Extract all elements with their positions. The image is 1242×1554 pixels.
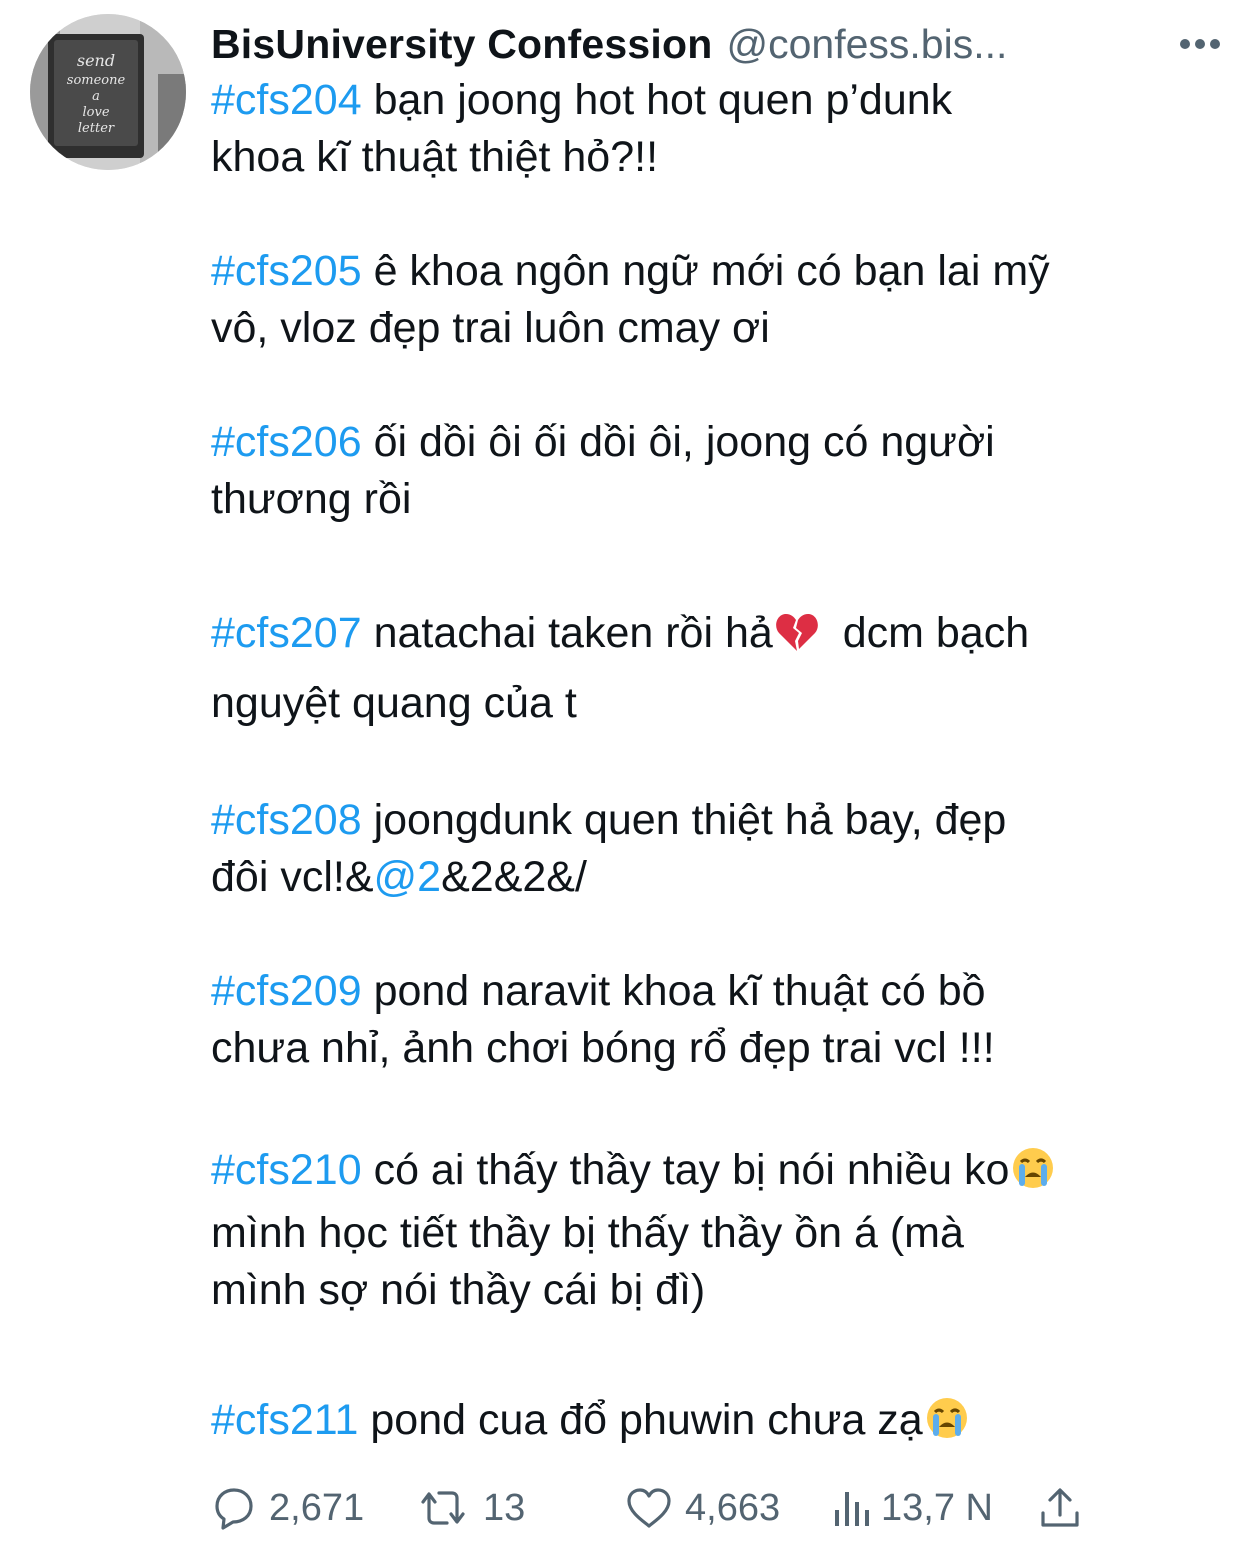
confession-text: chưa nhỉ, ảnh chơi bóng rổ đẹp trai vcl … [211, 1024, 995, 1072]
confession-text: pond naravit khoa kĩ thuật có bồ [373, 967, 986, 1015]
avatar-text: someone [67, 73, 126, 88]
love-letter-sign-avatar: send someone a love letter [30, 14, 186, 170]
tweet-actions: 2,671 13 4,663 13,7 N [211, 1478, 1111, 1538]
confession-entry: #cfs211 pond cua đổ phuwin chưa zạ [211, 1392, 1201, 1455]
confession-text: khoa kĩ thuật thiệt hỏ?!! [211, 133, 659, 181]
crying-face-icon [926, 1398, 967, 1438]
confession-text: có ai thấy thầy tay bị nói nhiều ko [373, 1146, 1010, 1194]
reply-count: 2,671 [269, 1486, 365, 1529]
reply-icon [211, 1486, 257, 1530]
display-name[interactable]: BisUniversity Confession [211, 21, 713, 68]
confession-entry: #cfs210 có ai thấy thầy tay bị nói nhiều… [211, 1142, 1201, 1319]
user-handle[interactable]: @confess.bis... [727, 21, 1168, 68]
confession-text: thương rồi [211, 475, 412, 523]
hashtag-link[interactable]: #cfs206 [211, 418, 362, 466]
confession-entry: #cfs208 joongdunk quen thiệt hả bay, đẹp… [211, 792, 1201, 906]
retweet-button[interactable]: 13 [415, 1478, 525, 1538]
broken-heart-icon [775, 614, 818, 651]
confession-text: joongdunk quen thiệt hả bay, đẹp [373, 796, 1007, 844]
ellipsis-icon [1180, 39, 1220, 49]
confession-entry: #cfs206 ối dồi ôi ối dồi ôi, joong có ng… [211, 414, 1201, 528]
confession-text: natachai taken rồi hả [373, 609, 773, 657]
views-count: 13,7 N [881, 1486, 993, 1529]
crying-face-icon [1013, 1148, 1054, 1188]
hashtag-link[interactable]: #cfs205 [211, 247, 362, 295]
hashtag-link[interactable]: #cfs210 [211, 1146, 362, 1194]
hashtag-link[interactable]: #cfs204 [211, 76, 362, 124]
loudly-crying-face-emoji [925, 1396, 969, 1455]
confession-text: &2&2&/ [441, 853, 587, 901]
confession-entry: #cfs204 bạn joong hot hot quen p’dunk kh… [211, 72, 1201, 186]
avatar-text: send [77, 51, 115, 70]
avatar[interactable]: send someone a love letter [30, 14, 186, 170]
avatar-text: letter [78, 121, 115, 136]
heart-icon [625, 1486, 673, 1530]
broken-heart-emoji [775, 607, 819, 671]
retweet-count: 13 [483, 1486, 526, 1529]
retweet-icon [415, 1486, 471, 1530]
reply-button[interactable]: 2,671 [211, 1478, 364, 1538]
confession-text: nguyệt quang của t [211, 679, 577, 727]
confession-text: mình sợ nói thầy cái bị đì) [211, 1266, 706, 1314]
confession-text: vô, vloz đẹp trai luôn cmay ơi [211, 304, 770, 352]
tweet-text: #cfs204 bạn joong hot hot quen p’dunk kh… [211, 72, 1201, 1455]
hashtag-link[interactable]: #cfs209 [211, 967, 362, 1015]
hashtag-link[interactable]: #cfs207 [211, 609, 362, 657]
confession-entry: #cfs207 natachai taken rồi hả dcm bạch n… [211, 601, 1201, 735]
confession-text: mình học tiết thầy bị thấy thầy ồn á (mà [211, 1209, 964, 1257]
confession-text: bạn joong hot hot quen p’dunk [373, 76, 953, 124]
confession-text: ối dồi ôi ối dồi ôi, joong có người [373, 418, 995, 466]
confession-text: ê khoa ngôn ngữ mới có bạn lai mỹ [373, 247, 1050, 295]
like-button[interactable]: 4,663 [625, 1478, 780, 1538]
tweet-header: BisUniversity Confession @confess.bis... [211, 14, 1221, 74]
share-button[interactable] [1037, 1478, 1083, 1538]
hashtag-link[interactable]: #cfs208 [211, 796, 362, 844]
loudly-crying-face-emoji [1011, 1146, 1055, 1205]
more-options-button[interactable] [1173, 24, 1221, 64]
hashtag-link[interactable]: #cfs211 [211, 1396, 358, 1444]
confession-text: đôi vcl!& [211, 853, 374, 901]
mention-link[interactable]: @2 [374, 853, 442, 901]
confession-text: dcm bạch [818, 609, 1030, 657]
share-icon [1037, 1485, 1083, 1531]
tweet: send someone a love letter BisUniversity… [0, 0, 1242, 1554]
views-button[interactable]: 13,7 N [831, 1478, 993, 1538]
confession-text: pond cua đổ phuwin chưa zạ [370, 1396, 923, 1444]
confession-entry: #cfs209 pond naravit khoa kĩ thuật có bồ… [211, 963, 1201, 1077]
avatar-text: love [82, 105, 109, 120]
views-icon [831, 1486, 875, 1530]
confession-entry: #cfs205 ê khoa ngôn ngữ mới có bạn lai m… [211, 243, 1201, 357]
like-count: 4,663 [685, 1486, 781, 1529]
avatar-text: a [92, 89, 100, 104]
